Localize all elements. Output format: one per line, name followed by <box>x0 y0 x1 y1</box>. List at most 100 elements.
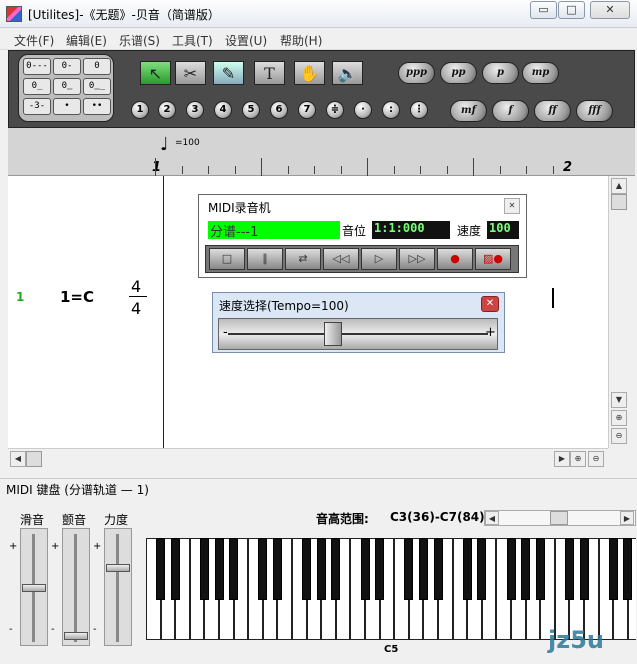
velocity-slider-knob[interactable] <box>106 564 130 572</box>
black-key[interactable] <box>404 538 414 600</box>
menu-score[interactable]: 乐谱(S) <box>119 32 160 49</box>
rewind-button[interactable]: ◁◁ <box>323 248 359 270</box>
octave-shift-button[interactable]: ≑ <box>326 101 344 119</box>
duration-sixteenth-button[interactable]: 0̳ <box>53 78 81 95</box>
dot-triple-button[interactable]: ⋮ <box>410 101 428 119</box>
duration-quarter-button[interactable]: 0 <box>83 58 111 75</box>
black-key[interactable] <box>360 538 370 600</box>
dynamic-ppp-button[interactable]: ppp <box>398 62 435 84</box>
menu-file[interactable]: 文件(F) <box>14 32 54 49</box>
minimize-button[interactable]: ▭ <box>530 1 557 19</box>
text-T-icon[interactable]: T <box>254 61 285 85</box>
eraser-hand-icon[interactable]: ✋ <box>294 61 325 85</box>
scroll-down-icon[interactable]: ▼ <box>611 392 627 408</box>
measure-2-label: 2 <box>563 160 573 175</box>
horizontal-scroll-thumb[interactable] <box>26 451 42 467</box>
black-key[interactable] <box>521 538 531 600</box>
duration-thirtysecond-button[interactable]: 0̳̲ <box>83 78 111 95</box>
dynamic-mp-button[interactable]: mp <box>522 62 559 84</box>
duration-half-button[interactable]: 0- <box>53 58 81 75</box>
dynamic-pp-button[interactable]: pp <box>440 62 477 84</box>
black-key[interactable] <box>375 538 385 600</box>
black-key[interactable] <box>199 538 209 600</box>
scroll-right-icon[interactable]: ▶ <box>554 451 570 467</box>
midi-recorder-close-button[interactable]: ✕ <box>504 198 520 214</box>
slide-label: 滑音 <box>20 513 45 527</box>
black-key[interactable] <box>623 538 633 600</box>
black-key[interactable] <box>214 538 224 600</box>
zoom-out-icon[interactable]: ⊖ <box>611 428 627 444</box>
double-dot-button[interactable]: •• <box>83 98 111 115</box>
black-key[interactable] <box>535 538 545 600</box>
black-key[interactable] <box>156 538 166 600</box>
note-6-button[interactable]: 6 <box>270 101 288 119</box>
scroll-left-icon[interactable]: ◀ <box>10 451 26 467</box>
duration-whole-button[interactable]: 0--- <box>23 58 51 75</box>
dynamic-ff-button[interactable]: ff <box>534 100 571 122</box>
note-1-button[interactable]: 1 <box>131 101 149 119</box>
tempo-close-button[interactable]: ✕ <box>481 296 499 312</box>
vibrato-slider-knob[interactable] <box>64 632 88 640</box>
dot-low-button[interactable]: · <box>354 101 372 119</box>
range-left-icon[interactable]: ◀ <box>485 511 499 525</box>
range-right-icon[interactable]: ▶ <box>620 511 634 525</box>
dynamic-fff-button[interactable]: fff <box>576 100 613 122</box>
vertical-scroll-thumb[interactable] <box>611 194 627 210</box>
pointer-arrow-icon[interactable]: ↖ <box>140 61 171 85</box>
tempo-slider-knob[interactable] <box>323 322 342 346</box>
ruler-tick <box>526 166 527 174</box>
scroll-up-icon[interactable]: ▲ <box>611 178 627 194</box>
play-button[interactable]: ▷ <box>361 248 397 270</box>
zoom-h-in-icon[interactable]: ⊕ <box>570 451 586 467</box>
black-key[interactable] <box>229 538 239 600</box>
note-7-button[interactable]: 7 <box>298 101 316 119</box>
note-5-button[interactable]: 5 <box>242 101 260 119</box>
close-button[interactable]: ✕ <box>590 1 630 19</box>
fast-forward-button[interactable]: ▷▷ <box>399 248 435 270</box>
speaker-icon[interactable]: 🔈 <box>332 61 363 85</box>
note-pen-icon[interactable]: ✎ <box>213 61 244 85</box>
black-key[interactable] <box>258 538 268 600</box>
zoom-in-icon[interactable]: ⊕ <box>611 410 627 426</box>
black-key[interactable] <box>462 538 472 600</box>
zoom-h-out-icon[interactable]: ⊖ <box>588 451 604 467</box>
piano-keyboard[interactable] <box>146 538 636 640</box>
loop-button[interactable]: ⇄ <box>285 248 321 270</box>
record-mode-button[interactable]: ▨● <box>475 248 511 270</box>
pause-button[interactable]: ∥ <box>247 248 283 270</box>
black-key[interactable] <box>272 538 282 600</box>
duration-eighth-button[interactable]: 0̲ <box>23 78 51 95</box>
triplet-button[interactable]: -3- <box>23 98 51 115</box>
note-3-button[interactable]: 3 <box>186 101 204 119</box>
black-key[interactable] <box>477 538 487 600</box>
black-key[interactable] <box>506 538 516 600</box>
black-key[interactable] <box>302 538 312 600</box>
horizontal-scrollbar[interactable] <box>8 448 608 470</box>
menu-help[interactable]: 帮助(H) <box>280 32 322 49</box>
menu-edit[interactable]: 编辑(E) <box>66 32 107 49</box>
stop-button[interactable]: □ <box>209 248 245 270</box>
record-button[interactable]: ● <box>437 248 473 270</box>
note-2-button[interactable]: 2 <box>158 101 176 119</box>
black-key[interactable] <box>564 538 574 600</box>
dot-button[interactable]: • <box>53 98 81 115</box>
note-4-button[interactable]: 4 <box>214 101 232 119</box>
black-key[interactable] <box>170 538 180 600</box>
maximize-button[interactable]: □ <box>558 1 585 19</box>
dynamic-f-button[interactable]: f <box>492 100 529 122</box>
scissors-icon[interactable]: ✂ <box>175 61 206 85</box>
menu-tools[interactable]: 工具(T) <box>172 32 213 49</box>
dot-double-button[interactable]: : <box>382 101 400 119</box>
black-key[interactable] <box>579 538 589 600</box>
black-key[interactable] <box>608 538 618 600</box>
black-key[interactable] <box>316 538 326 600</box>
black-key[interactable] <box>418 538 428 600</box>
black-key[interactable] <box>433 538 443 600</box>
menu-settings[interactable]: 设置(U) <box>225 32 267 49</box>
dynamic-p-button[interactable]: p <box>482 62 519 84</box>
dynamic-mf-button[interactable]: mf <box>450 100 487 122</box>
black-key[interactable] <box>331 538 341 600</box>
slide-plus: + <box>9 541 18 552</box>
slide-slider-knob[interactable] <box>22 584 46 592</box>
range-scroll-thumb[interactable] <box>550 511 568 525</box>
